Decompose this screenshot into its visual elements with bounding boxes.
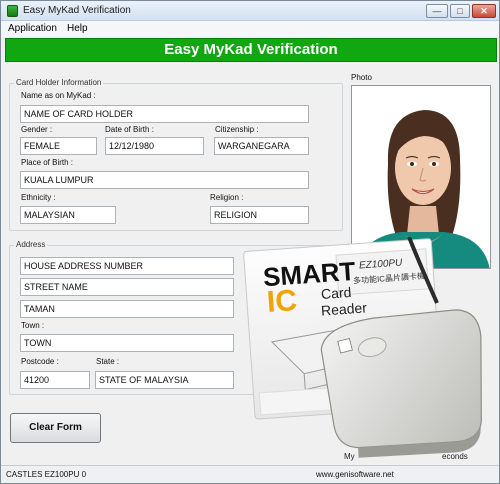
- status-bar: CASTLES EZ100PU 0 www.genisoftware.net: [1, 465, 499, 483]
- card-holder-group-title: Card Holder Information: [14, 78, 104, 87]
- ethnicity-label: Ethnicity :: [21, 193, 56, 202]
- address-line3-field[interactable]: TAMAN: [20, 300, 234, 318]
- ethnicity-field[interactable]: MALAYSIAN: [20, 206, 116, 224]
- town-label: Town :: [21, 321, 45, 330]
- place-of-birth-label: Place of Birth :: [21, 158, 74, 167]
- address-group-title: Address: [14, 240, 48, 249]
- menu-help[interactable]: Help: [67, 23, 88, 34]
- menu-application[interactable]: Application: [8, 23, 57, 34]
- state-label: State :: [96, 357, 120, 366]
- box-brand-ic: IC: [265, 283, 299, 320]
- name-field[interactable]: NAME OF CARD HOLDER: [20, 105, 309, 123]
- dob-field[interactable]: 12/12/1980: [105, 137, 204, 155]
- religion-label: Religion :: [210, 193, 244, 202]
- main-window: Easy MyKad Verification — □ ✕ Applicatio…: [0, 0, 500, 484]
- website-link[interactable]: www.genisoftware.net: [316, 470, 394, 479]
- address-line1-field[interactable]: HOUSE ADDRESS NUMBER: [20, 257, 234, 275]
- place-of-birth-field[interactable]: KUALA LUMPUR: [20, 171, 309, 189]
- close-button[interactable]: ✕: [472, 4, 496, 18]
- maximize-button[interactable]: □: [450, 4, 470, 18]
- window-title: Easy MyKad Verification: [23, 5, 131, 16]
- clear-form-button[interactable]: Clear Form: [10, 413, 101, 443]
- state-field[interactable]: STATE OF MALAYSIA: [95, 371, 234, 389]
- app-icon: [7, 5, 18, 17]
- box-brand-reader: Reader: [320, 299, 368, 319]
- postcode-field[interactable]: 41200: [20, 371, 90, 389]
- address-line2-field[interactable]: STREET NAME: [20, 278, 234, 296]
- religion-field[interactable]: RELIGION: [210, 206, 309, 224]
- town-field[interactable]: TOWN: [20, 334, 234, 352]
- app-banner: Easy MyKad Verification: [5, 38, 497, 62]
- title-bar: Easy MyKad Verification — □ ✕: [1, 1, 499, 21]
- card-reader-product-image: SMART IC Card Reader EZ100PU 多功能IC晶片讀卡機: [241, 236, 499, 463]
- citizenship-field[interactable]: WARGANEGARA: [214, 137, 309, 155]
- gender-field[interactable]: FEMALE: [20, 137, 97, 155]
- postcode-label: Postcode :: [21, 357, 59, 366]
- menu-bar: Application Help: [1, 21, 499, 37]
- minimize-button[interactable]: —: [426, 4, 448, 18]
- box-brand-card: Card: [320, 283, 352, 303]
- device-status: CASTLES EZ100PU 0: [6, 470, 87, 479]
- gender-label: Gender :: [21, 125, 53, 134]
- citizenship-label: Citizenship :: [215, 125, 259, 134]
- name-label: Name as on MyKad :: [21, 91, 96, 100]
- photo-label: Photo: [351, 73, 372, 82]
- dob-label: Date of Birth :: [105, 125, 154, 134]
